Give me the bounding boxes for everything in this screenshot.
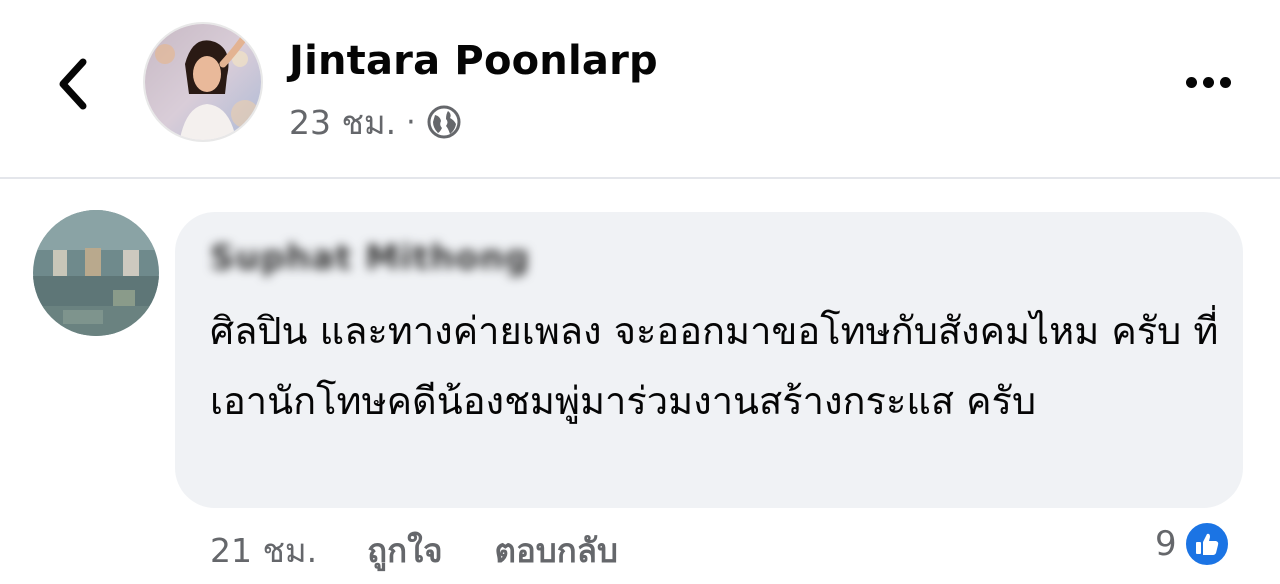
- globe-icon: [427, 105, 461, 139]
- post-header: Jintara Poonlarp 23 ชม. ·: [0, 0, 1280, 178]
- chevron-left-icon: [59, 58, 87, 110]
- back-button[interactable]: [48, 54, 96, 114]
- commenter-name[interactable]: Suphat Mithong: [210, 238, 530, 278]
- more-horizontal-icon: [1185, 76, 1197, 88]
- comment-reactions[interactable]: 9: [1155, 518, 1231, 570]
- reply-button[interactable]: ตอบกลับ: [495, 524, 618, 577]
- more-options-button[interactable]: [1176, 62, 1240, 102]
- reaction-count: 9: [1155, 524, 1177, 564]
- comment-text: ศิลปิน และทางค่ายเพลง จะออกมาขอโทษกับสัง…: [210, 309, 1219, 423]
- like-button[interactable]: ถูกใจ: [367, 524, 442, 577]
- post-meta: 23 ชม. ·: [289, 100, 462, 144]
- thumbs-up-icon: [1195, 533, 1218, 555]
- header-divider: [0, 177, 1280, 179]
- comment-time[interactable]: 21 ชม.: [210, 524, 317, 577]
- post-time[interactable]: 23 ชม.: [289, 96, 396, 149]
- meta-separator: ·: [406, 104, 416, 140]
- author-name[interactable]: Jintara Poonlarp: [289, 38, 658, 84]
- comment-actions: 21 ชม. ถูกใจ ตอบกลับ: [210, 522, 618, 578]
- commenter-avatar[interactable]: [33, 210, 159, 336]
- like-reaction-badge: [1182, 520, 1231, 568]
- author-avatar[interactable]: [143, 22, 263, 142]
